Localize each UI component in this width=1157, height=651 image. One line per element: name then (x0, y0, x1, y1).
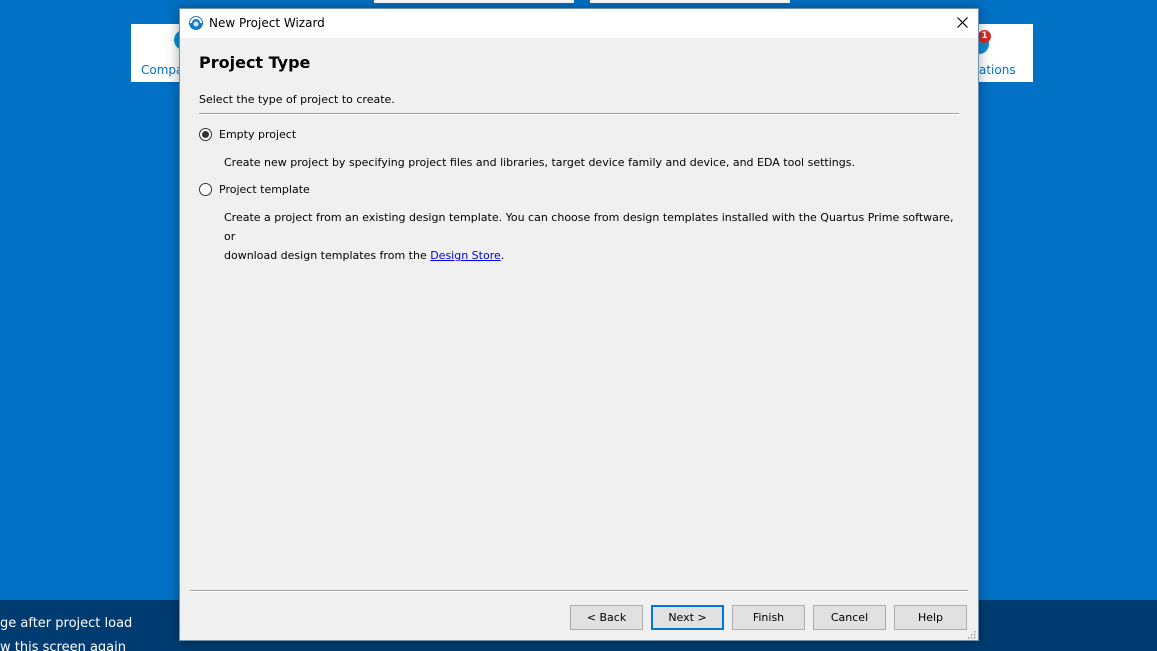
project-template-description-line2: download design templates from the Desig… (224, 246, 964, 265)
bg-right-card-label: ations (979, 63, 1016, 77)
quartus-app-icon (188, 15, 204, 31)
bg-top-strip-right (590, 0, 790, 3)
bg-footer-text-2: w this screen again (0, 640, 127, 651)
resize-grip-icon[interactable] (966, 628, 976, 639)
dialog-title: New Project Wizard (209, 16, 325, 30)
description-suffix: . (500, 249, 505, 262)
design-store-link[interactable]: Design Store (430, 249, 501, 262)
empty-project-description: Create new project by specifying project… (224, 156, 855, 169)
close-button[interactable] (946, 9, 978, 38)
new-project-wizard-dialog: New Project Wizard Project Type Select t… (179, 8, 979, 641)
project-template-description: Create a project from an existing design… (224, 208, 964, 265)
bg-left-card-label: Compa (141, 63, 184, 77)
close-icon (956, 16, 968, 31)
cancel-button[interactable]: Cancel (813, 605, 886, 630)
project-template-label[interactable]: Project template (219, 183, 310, 196)
page-title: Project Type (199, 53, 311, 72)
option-empty-project[interactable]: Empty project (199, 128, 296, 141)
footer-divider (190, 590, 968, 592)
next-button[interactable]: Next > (651, 605, 724, 630)
bg-top-strip-left (374, 0, 574, 3)
project-template-radio[interactable] (199, 183, 212, 196)
description-prefix: download design templates from the (224, 249, 431, 262)
help-button[interactable]: Help (894, 605, 967, 630)
page-subtitle: Select the type of project to create. (199, 93, 395, 106)
bg-footer-text-1: ge after project load (0, 616, 133, 631)
empty-project-radio[interactable] (199, 128, 212, 141)
dialog-titlebar[interactable]: New Project Wizard (180, 9, 978, 38)
header-divider (199, 113, 959, 115)
project-template-description-line1: Create a project from an existing design… (224, 211, 954, 243)
empty-project-label[interactable]: Empty project (219, 128, 296, 141)
back-button[interactable]: < Back (570, 605, 643, 630)
notification-badge: 1 (978, 30, 991, 43)
option-project-template[interactable]: Project template (199, 183, 310, 196)
finish-button[interactable]: Finish (732, 605, 805, 630)
